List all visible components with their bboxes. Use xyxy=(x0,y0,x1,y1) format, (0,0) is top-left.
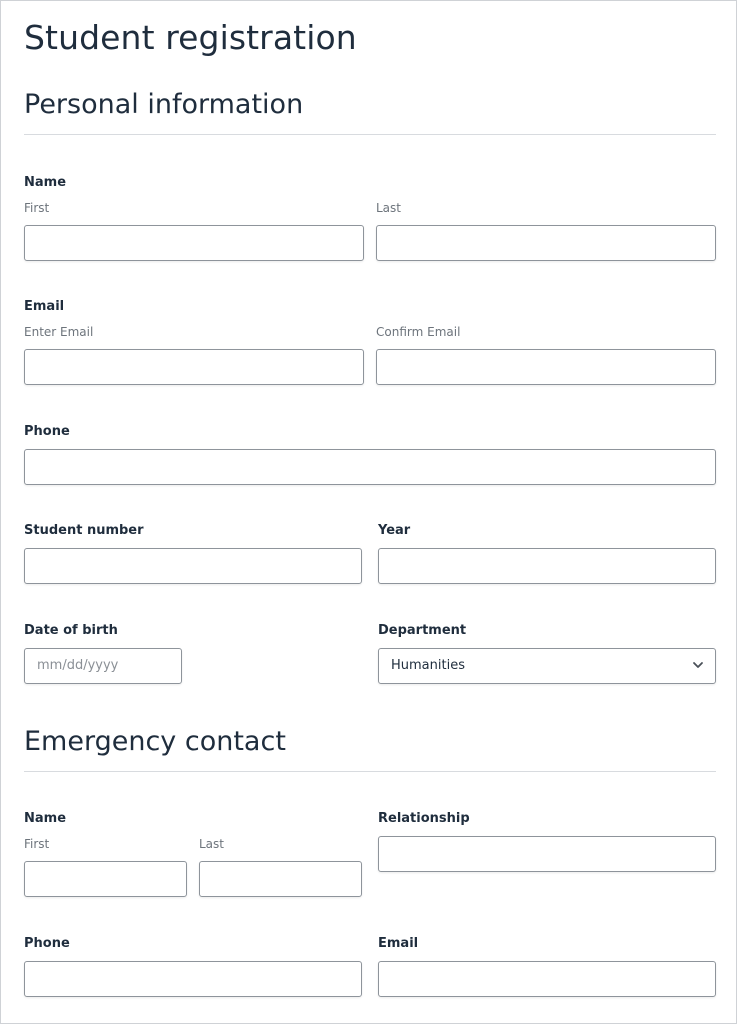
section-divider xyxy=(24,134,716,135)
date-of-birth-input[interactable]: mm/dd/yyyy xyxy=(24,648,182,684)
enter-email-input[interactable] xyxy=(24,349,364,385)
relationship-label: Relationship xyxy=(378,811,470,826)
name-label: Name xyxy=(24,175,67,190)
year-label: Year xyxy=(378,523,411,538)
confirm-email-input[interactable] xyxy=(376,349,716,385)
date-placeholder: mm/dd/yyyy xyxy=(37,658,119,673)
student-number-input[interactable] xyxy=(24,548,362,584)
last-name-input[interactable] xyxy=(376,225,716,261)
chevron-down-icon xyxy=(693,662,703,668)
page-title: Student registration xyxy=(24,18,357,57)
first-name-sublabel: First xyxy=(24,201,50,215)
emergency-contact-heading: Emergency contact xyxy=(24,726,286,757)
section-divider xyxy=(24,771,716,772)
emergency-phone-label: Phone xyxy=(24,936,70,951)
emergency-name-label: Name xyxy=(24,811,67,826)
emergency-first-name-sublabel: First xyxy=(24,837,50,851)
year-input[interactable] xyxy=(378,548,716,584)
phone-label: Phone xyxy=(24,424,70,439)
department-select[interactable]: Humanities xyxy=(378,648,716,684)
email-label: Email xyxy=(24,299,65,314)
phone-input[interactable] xyxy=(24,449,716,485)
student-number-label: Student number xyxy=(24,523,144,538)
registration-form: Student registration Personal informatio… xyxy=(0,0,737,1024)
emergency-last-name-input[interactable] xyxy=(199,861,362,897)
personal-information-heading: Personal information xyxy=(24,89,304,120)
enter-email-sublabel: Enter Email xyxy=(24,325,94,339)
relationship-input[interactable] xyxy=(378,836,716,872)
date-of-birth-label: Date of birth xyxy=(24,623,118,638)
emergency-email-input[interactable] xyxy=(378,961,716,997)
department-label: Department xyxy=(378,623,467,638)
emergency-last-name-sublabel: Last xyxy=(199,837,224,851)
department-selected-value: Humanities xyxy=(391,658,465,673)
last-name-sublabel: Last xyxy=(376,201,401,215)
emergency-phone-input[interactable] xyxy=(24,961,362,997)
first-name-input[interactable] xyxy=(24,225,364,261)
emergency-first-name-input[interactable] xyxy=(24,861,187,897)
emergency-email-label: Email xyxy=(378,936,419,951)
confirm-email-sublabel: Confirm Email xyxy=(376,325,461,339)
